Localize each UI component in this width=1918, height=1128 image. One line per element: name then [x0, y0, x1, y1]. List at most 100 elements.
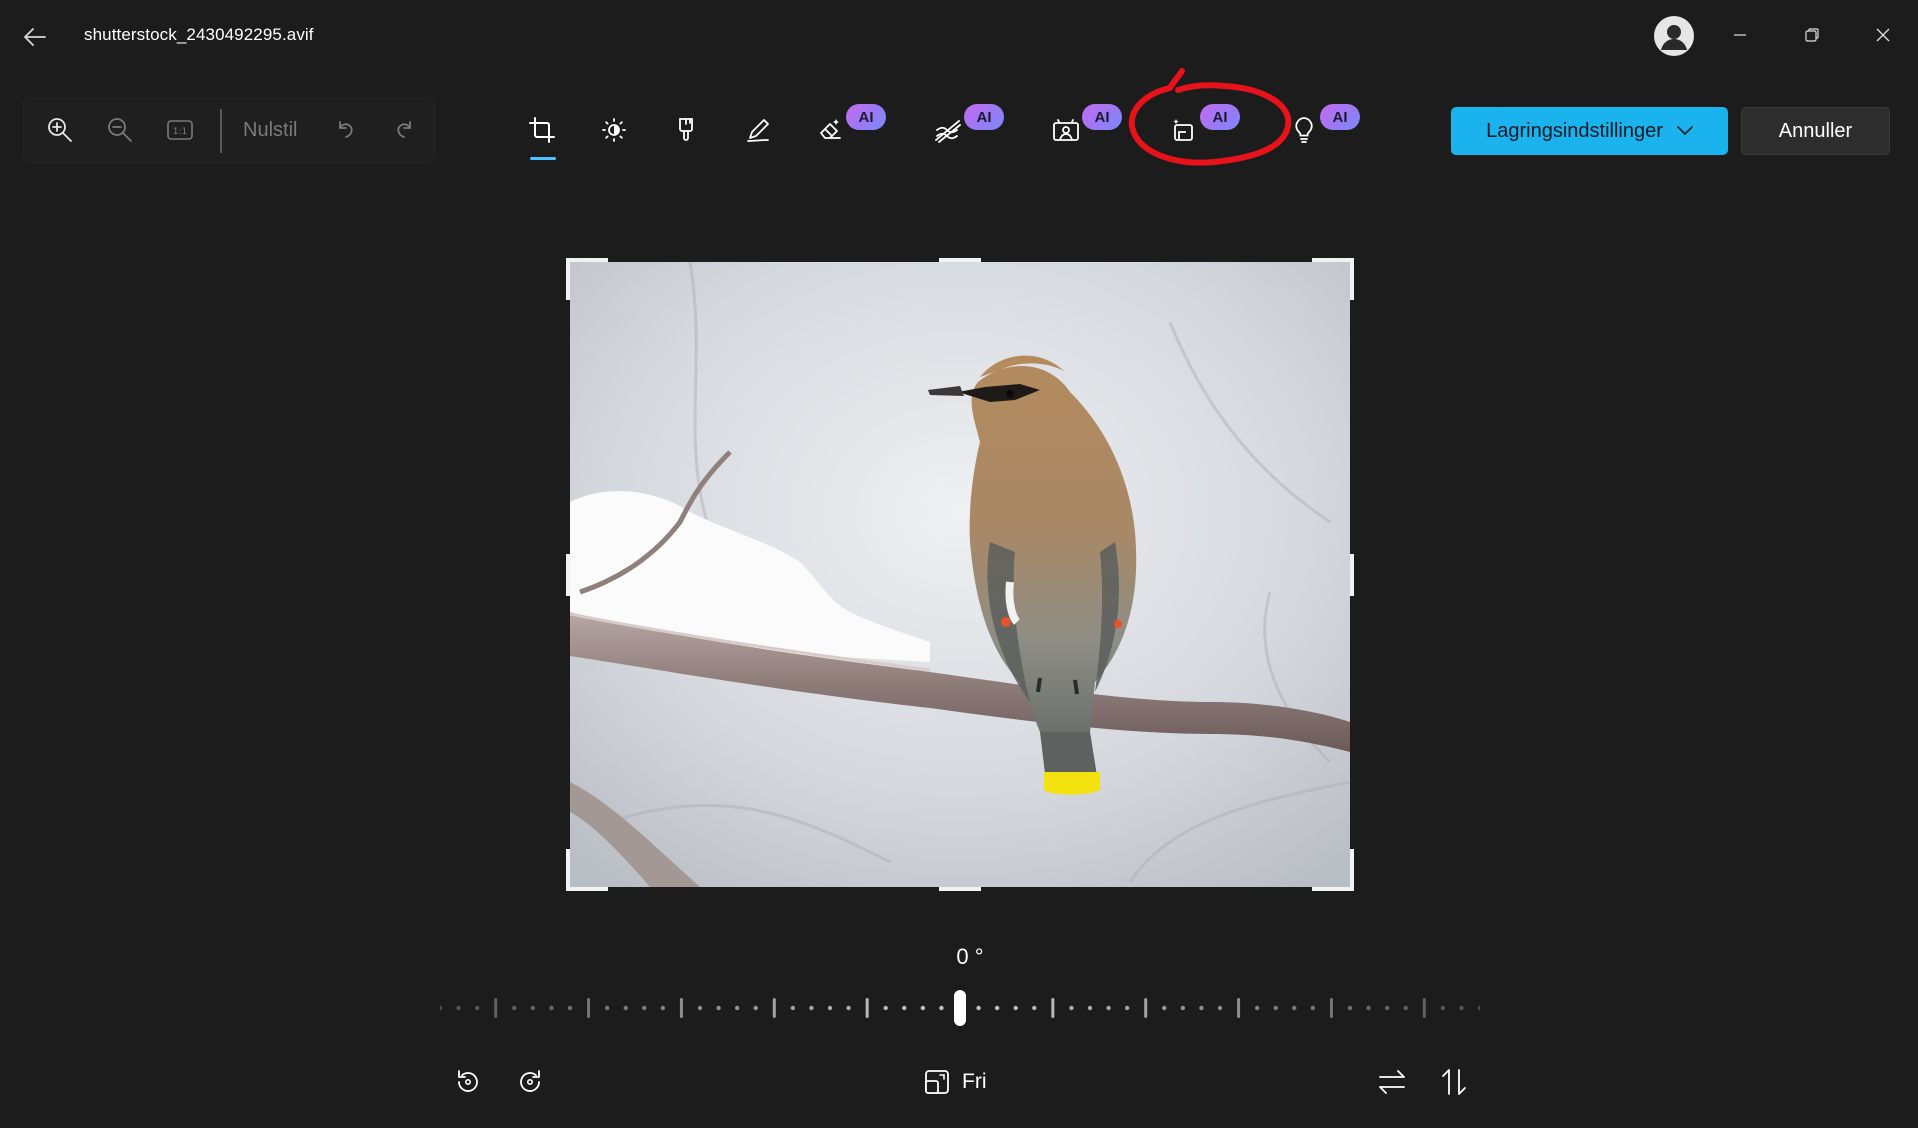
undo-button[interactable]: [328, 112, 364, 148]
crop-handle-bottom-left[interactable]: [566, 887, 608, 891]
save-options-button[interactable]: Lagringsindstillinger: [1451, 107, 1728, 155]
ruler-minor-tick: [1440, 1005, 1446, 1011]
ruler-minor-tick: [456, 1005, 461, 1011]
zoom-in-icon: [48, 118, 72, 142]
ruler-minor-tick: [1403, 1005, 1408, 1011]
reset-button[interactable]: Nulstil: [243, 119, 297, 142]
zoom-in-button[interactable]: [42, 112, 78, 148]
crop-handle-left[interactable]: [566, 554, 570, 596]
active-tool-indicator: [530, 157, 556, 160]
ruler-minor-tick: [1217, 1005, 1223, 1011]
zoom-out-button[interactable]: [102, 112, 138, 148]
ruler-minor-tick: [753, 1005, 758, 1011]
ruler-minor-tick: [1254, 1005, 1260, 1011]
ruler-minor-tick: [1106, 1005, 1111, 1011]
flip-horizontal-button[interactable]: [1370, 1060, 1414, 1104]
rotate-left-icon: [458, 1070, 478, 1092]
zoom-out-icon: [108, 118, 132, 142]
ai-badge-blur: AI: [964, 104, 1004, 130]
ruler-minor-tick: [939, 1005, 944, 1011]
crop-handle-top-left-v[interactable]: [566, 258, 570, 300]
ruler-minor-tick: [512, 1005, 517, 1011]
ruler-major-tick: [1237, 998, 1241, 1018]
ruler-minor-tick: [716, 1005, 721, 1011]
crop-handle-top-left[interactable]: [566, 258, 608, 262]
tool-adjust[interactable]: [592, 108, 636, 152]
ruler-major-tick: [1144, 998, 1148, 1018]
crop-handle-top-right-v[interactable]: [1350, 258, 1354, 300]
flip-vertical-button[interactable]: [1432, 1060, 1476, 1104]
crop-handle-right[interactable]: [1350, 554, 1354, 596]
ruler-minor-tick: [1477, 1005, 1480, 1011]
ruler-major-tick: [1422, 998, 1426, 1018]
ruler-minor-tick: [549, 1005, 554, 1011]
ruler-minor-tick: [976, 1005, 981, 1011]
crop-handle-top[interactable]: [939, 258, 981, 262]
eraser-icon: [820, 119, 841, 139]
redo-button[interactable]: [386, 112, 422, 148]
bird-photo: [570, 262, 1350, 887]
cancel-button[interactable]: Annuller: [1741, 107, 1890, 155]
blur-icon: [935, 120, 961, 143]
crop-handle-bottom[interactable]: [939, 887, 981, 891]
ruler-minor-tick: [1162, 1005, 1167, 1011]
crop-handle-bottom-right[interactable]: [1312, 887, 1354, 891]
ruler-minor-tick: [883, 1005, 888, 1011]
ruler-minor-tick: [1347, 1005, 1353, 1011]
flip-horizontal-icon: [1379, 1070, 1405, 1094]
filter-brush-icon: [679, 118, 693, 141]
ruler-minor-tick: [1124, 1005, 1130, 1011]
user-icon: [1661, 25, 1687, 50]
restore-icon: [1805, 28, 1819, 42]
redo-icon: [397, 121, 411, 138]
aspect-ratio-label: Fri: [962, 1070, 987, 1093]
ruler-minor-tick: [920, 1005, 926, 1011]
title-bar: shutterstock_2430492295.avif: [0, 0, 1918, 72]
back-arrow-icon: [24, 28, 46, 46]
ruler-minor-tick: [1310, 1005, 1316, 1011]
ai-badge-erase: AI: [846, 104, 886, 130]
crop-handle-bottom-right-v[interactable]: [1350, 849, 1354, 891]
ruler-major-tick: [587, 998, 591, 1018]
chevron-down-icon: [1677, 126, 1693, 136]
rotate-left-button[interactable]: [446, 1060, 490, 1104]
aspect-ratio-button[interactable]: Fri: [922, 1060, 1002, 1104]
ruler-minor-tick: [642, 1005, 647, 1011]
view-tools-group: 1:1 Nulstil: [24, 98, 434, 162]
photos-editor: shutterstock_2430492295.avif 1:1 Nulstil…: [0, 0, 1918, 1128]
ruler-minor-tick: [604, 1005, 610, 1011]
tool-markup[interactable]: [736, 108, 780, 152]
ruler-minor-tick: [1069, 1005, 1074, 1011]
ruler-major-tick: [772, 998, 776, 1018]
ruler-minor-tick: [474, 1005, 480, 1011]
crop-handle-top-right[interactable]: [1312, 258, 1354, 262]
rotation-slider-knob[interactable]: [954, 990, 966, 1026]
svg-text:1:1: 1:1: [173, 127, 187, 137]
ruler-major-tick: [1329, 998, 1333, 1018]
rotation-angle-label: 0 °: [956, 944, 984, 969]
lightbulb-icon: [1295, 117, 1313, 143]
brightness-icon: [602, 118, 626, 142]
crop-icon: [529, 117, 555, 143]
undo-icon: [339, 121, 353, 138]
ruler-minor-tick: [1292, 1005, 1297, 1011]
rotate-right-button[interactable]: [508, 1060, 552, 1104]
actual-size-button[interactable]: 1:1: [162, 112, 198, 148]
ruler-minor-tick: [827, 1005, 833, 1011]
back-button[interactable]: [18, 20, 52, 54]
crop-frame[interactable]: [566, 258, 1354, 891]
crop-handle-bottom-left-v[interactable]: [566, 849, 570, 891]
account-avatar[interactable]: [1654, 16, 1694, 56]
minimize-button[interactable]: [1717, 14, 1763, 56]
ruler-minor-tick: [1180, 1005, 1186, 1011]
restore-button[interactable]: [1789, 14, 1835, 56]
close-button[interactable]: [1860, 14, 1906, 56]
tool-filter[interactable]: [664, 108, 708, 152]
ruler-minor-tick: [790, 1005, 796, 1011]
flip-vertical-icon: [1442, 1069, 1466, 1095]
ruler-minor-tick: [623, 1005, 628, 1011]
ruler-minor-tick: [902, 1005, 907, 1011]
ruler-minor-tick: [1032, 1005, 1037, 1011]
rotate-right-icon: [520, 1070, 540, 1092]
tool-crop[interactable]: [520, 108, 564, 152]
